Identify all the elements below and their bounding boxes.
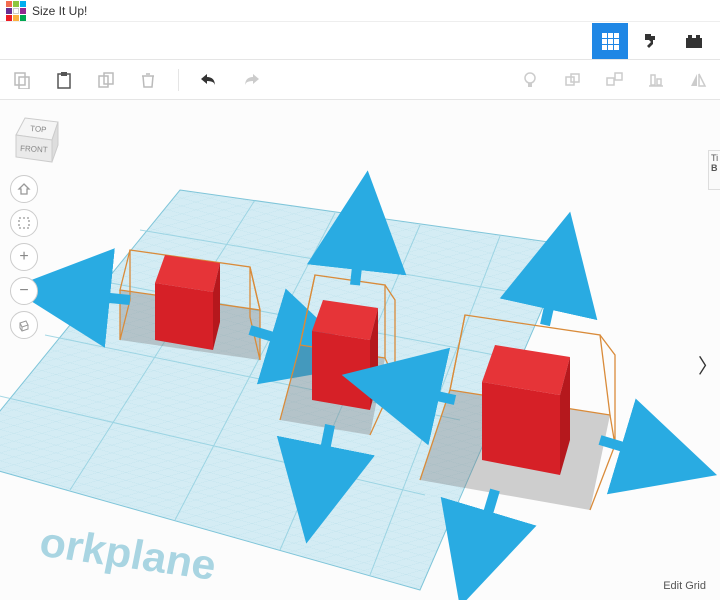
viewcube-front-label: FRONT [20, 144, 48, 154]
mode-blocks[interactable] [634, 23, 670, 59]
delete-button[interactable] [136, 68, 160, 92]
fit-icon [17, 216, 31, 230]
align-icon [647, 71, 665, 89]
edit-grid-button[interactable]: Edit Grid [663, 580, 706, 592]
zoom-out-button[interactable]: − [10, 277, 38, 305]
copy-button[interactable] [10, 68, 34, 92]
duplicate-icon [97, 71, 115, 89]
scale-arrow-front[interactable] [480, 490, 495, 540]
fit-view-button[interactable] [10, 209, 38, 237]
grid-icon [600, 31, 620, 51]
scale-arrow-left[interactable] [80, 295, 130, 300]
zoom-in-button[interactable]: + [10, 243, 38, 271]
3d-canvas[interactable]: orkplane [0, 100, 720, 600]
mode-3d-design[interactable] [592, 23, 628, 59]
home-icon [17, 182, 31, 196]
undo-icon [199, 72, 219, 88]
app-header: Size It Up! [0, 0, 720, 22]
mode-bar [0, 22, 720, 60]
group-icon [563, 71, 581, 89]
workplane-label: orkplane [40, 518, 215, 589]
scene-svg: orkplane [0, 100, 720, 600]
group-button[interactable] [560, 68, 584, 92]
align-button[interactable] [644, 68, 668, 92]
shapes-panel-collapsed[interactable]: Ti B [708, 150, 720, 190]
tinkercad-logo [6, 1, 26, 21]
nav-controls: + − [10, 175, 38, 339]
ortho-icon [17, 318, 31, 332]
ungroup-button[interactable] [602, 68, 626, 92]
ungroup-icon [605, 71, 623, 89]
paste-button[interactable] [52, 68, 76, 92]
redo-button[interactable] [239, 68, 263, 92]
scale-arrow-back[interactable] [355, 240, 360, 285]
trash-icon [139, 71, 157, 89]
copy-icon [13, 71, 31, 89]
brick-icon [683, 30, 705, 52]
viewcube[interactable]: TOP FRONT [10, 110, 70, 170]
ortho-toggle-button[interactable] [10, 311, 38, 339]
redo-icon [241, 72, 261, 88]
project-title[interactable]: Size It Up! [32, 4, 87, 18]
home-view-button[interactable] [10, 175, 38, 203]
bulb-icon [521, 71, 539, 89]
viewcube-top-label: TOP [30, 124, 47, 134]
mirror-icon [689, 71, 707, 89]
panel-expand-handle[interactable]: 〉 [698, 350, 718, 379]
mirror-button[interactable] [686, 68, 710, 92]
undo-button[interactable] [197, 68, 221, 92]
main-toolbar [0, 60, 720, 100]
duplicate-button[interactable] [94, 68, 118, 92]
paste-icon [55, 71, 73, 89]
mode-bricks[interactable] [676, 23, 712, 59]
show-all-button[interactable] [518, 68, 542, 92]
divider [178, 69, 179, 91]
scale-arrow-right[interactable] [600, 440, 650, 455]
pickaxe-icon [641, 30, 663, 52]
